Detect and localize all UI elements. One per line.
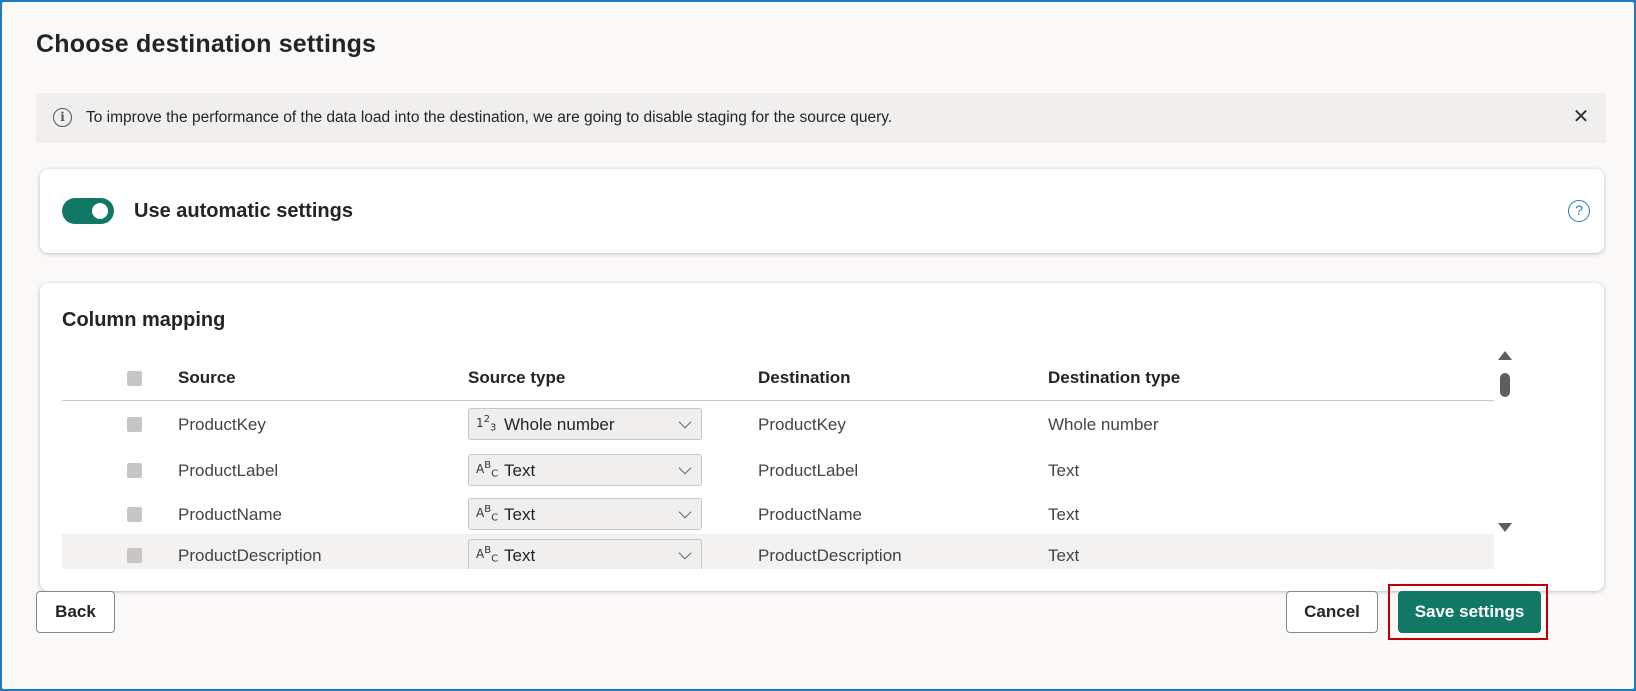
save-settings-button[interactable]: Save settings bbox=[1398, 591, 1541, 633]
destination-type-cell: Whole number bbox=[1048, 415, 1159, 434]
column-mapping-title: Column mapping bbox=[62, 309, 226, 331]
info-icon: i bbox=[53, 108, 72, 127]
scroll-down-arrow-icon[interactable] bbox=[1498, 523, 1512, 532]
table-row: ProductLabel ABC Text ProductLabel Text bbox=[62, 447, 1494, 493]
source-type-dropdown[interactable]: ABC Text bbox=[468, 454, 702, 486]
back-button[interactable]: Back bbox=[36, 591, 115, 633]
header-source: Source bbox=[178, 368, 236, 387]
source-cell: ProductName bbox=[178, 505, 282, 524]
column-mapping-card: Column mapping Source Source type Destin… bbox=[40, 283, 1604, 591]
row-checkbox[interactable] bbox=[127, 417, 142, 432]
toggle-knob bbox=[92, 203, 108, 219]
cancel-button[interactable]: Cancel bbox=[1286, 591, 1378, 633]
header-destination-type: Destination type bbox=[1048, 368, 1181, 387]
header-source-type: Source type bbox=[468, 368, 566, 387]
source-cell: ProductLabel bbox=[178, 461, 279, 480]
destination-cell: ProductName bbox=[758, 505, 862, 524]
close-icon[interactable]: ✕ bbox=[1566, 101, 1596, 131]
automatic-settings-card: Use automatic settings ? bbox=[40, 169, 1604, 253]
source-type-dropdown[interactable]: ABC Text bbox=[468, 498, 702, 530]
column-mapping-table: Source Source type Destination Destinati… bbox=[62, 353, 1494, 569]
source-type-value: Whole number bbox=[504, 415, 615, 434]
destination-type-cell: Text bbox=[1048, 505, 1080, 524]
source-type-value: Text bbox=[504, 505, 536, 524]
chevron-down-icon bbox=[678, 546, 692, 560]
dialog-title: Choose destination settings bbox=[36, 30, 377, 58]
info-message-bar: i To improve the performance of the data… bbox=[36, 93, 1606, 143]
source-type-dropdown[interactable]: 123 Whole number bbox=[468, 408, 702, 440]
source-cell: ProductKey bbox=[178, 415, 266, 434]
table-row: ProductDescription ABC Text ProductDescr… bbox=[62, 534, 1494, 569]
source-cell: ProductDescription bbox=[178, 546, 322, 565]
table-scrollbar[interactable] bbox=[1498, 351, 1514, 551]
chevron-down-icon bbox=[678, 505, 692, 519]
row-checkbox[interactable] bbox=[127, 463, 142, 478]
destination-type-cell: Text bbox=[1048, 546, 1080, 565]
chevron-down-icon bbox=[678, 415, 692, 429]
automatic-settings-toggle[interactable] bbox=[62, 198, 114, 224]
text-type-icon: ABC bbox=[476, 504, 499, 524]
chevron-down-icon bbox=[678, 461, 692, 475]
destination-settings-dialog: Choose destination settings i To improve… bbox=[2, 2, 1634, 689]
header-destination: Destination bbox=[758, 368, 851, 387]
select-all-checkbox[interactable] bbox=[127, 371, 142, 386]
scroll-thumb[interactable] bbox=[1500, 373, 1510, 397]
row-checkbox[interactable] bbox=[127, 507, 142, 522]
automatic-settings-label: Use automatic settings bbox=[134, 200, 353, 222]
info-message-text: To improve the performance of the data l… bbox=[86, 109, 893, 126]
source-type-value: Text bbox=[504, 546, 536, 565]
text-type-icon: ABC bbox=[476, 545, 499, 565]
table-header: Source Source type Destination Destinati… bbox=[62, 353, 1494, 401]
whole-number-type-icon: 123 bbox=[476, 414, 497, 434]
destination-type-cell: Text bbox=[1048, 461, 1080, 480]
text-type-icon: ABC bbox=[476, 460, 499, 480]
destination-cell: ProductKey bbox=[758, 415, 846, 434]
table-row: ProductKey 123 Whole number ProductKey W… bbox=[62, 401, 1494, 447]
source-type-value: Text bbox=[504, 461, 536, 480]
help-icon[interactable]: ? bbox=[1568, 200, 1590, 222]
source-type-dropdown[interactable]: ABC Text bbox=[468, 539, 702, 569]
scroll-up-arrow-icon[interactable] bbox=[1498, 351, 1512, 360]
destination-cell: ProductLabel bbox=[758, 461, 859, 480]
destination-cell: ProductDescription bbox=[758, 546, 902, 565]
row-checkbox[interactable] bbox=[127, 548, 142, 563]
table-row: ProductName ABC Text ProductName Text bbox=[62, 493, 1494, 539]
